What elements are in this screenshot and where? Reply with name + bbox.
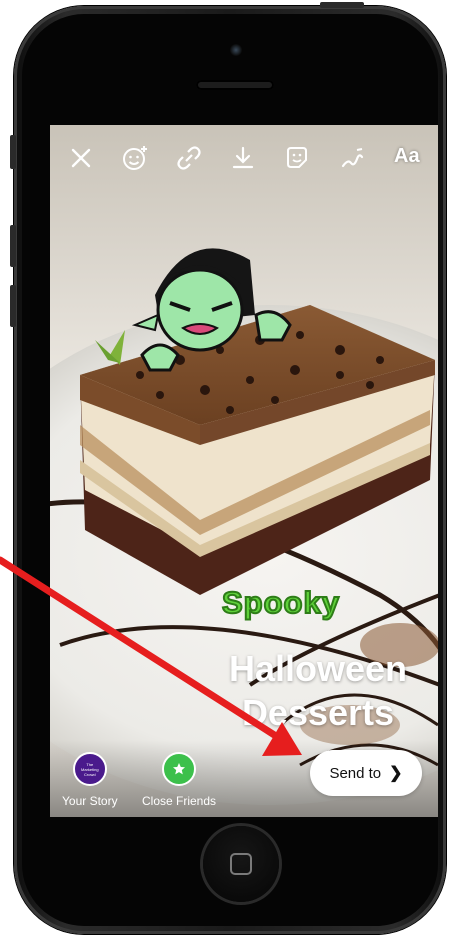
story-toolbar: Aa bbox=[50, 125, 438, 189]
your-story-label: Your Story bbox=[62, 794, 118, 808]
caption-line-2: Desserts bbox=[241, 692, 395, 733]
sticker-icon[interactable] bbox=[282, 143, 312, 173]
share-bar: The Marketing Crowd Your Story Close Fri… bbox=[50, 740, 438, 817]
your-story-button[interactable]: The Marketing Crowd Your Story bbox=[62, 752, 118, 808]
earpiece-speaker bbox=[196, 80, 274, 90]
scribble-icon[interactable] bbox=[338, 143, 368, 173]
close-friends-button[interactable]: Close Friends bbox=[142, 752, 216, 808]
close-friends-star-icon bbox=[162, 752, 197, 786]
close-friends-label: Close Friends bbox=[142, 794, 217, 808]
home-square-icon bbox=[230, 853, 252, 875]
volume-up bbox=[10, 225, 16, 267]
send-to-label: Send to bbox=[329, 764, 382, 782]
download-icon[interactable] bbox=[228, 143, 258, 173]
face-sparkle-icon[interactable] bbox=[120, 143, 150, 173]
volume-down bbox=[10, 285, 16, 327]
front-camera bbox=[230, 44, 242, 56]
story-caption[interactable]: Halloween Desserts bbox=[208, 647, 428, 735]
link-icon[interactable] bbox=[174, 143, 204, 173]
story-editor-screen: Aa Spooky Halloween Desserts The Marketi… bbox=[50, 125, 438, 817]
caption-line-1: Halloween bbox=[228, 648, 408, 689]
text-tool-button[interactable]: Aa bbox=[394, 145, 420, 168]
avatar-brand-text: The Marketing Crowd bbox=[81, 761, 99, 777]
spooky-sticker-text[interactable]: Spooky bbox=[221, 584, 340, 621]
home-button[interactable] bbox=[203, 826, 279, 902]
chevron-right-icon: ❯ bbox=[389, 765, 403, 782]
send-to-button[interactable]: Send to ❯ bbox=[310, 750, 422, 796]
your-story-avatar: The Marketing Crowd bbox=[72, 752, 107, 786]
side-switch bbox=[10, 135, 16, 169]
close-icon[interactable] bbox=[66, 143, 96, 173]
power-button bbox=[320, 2, 364, 8]
